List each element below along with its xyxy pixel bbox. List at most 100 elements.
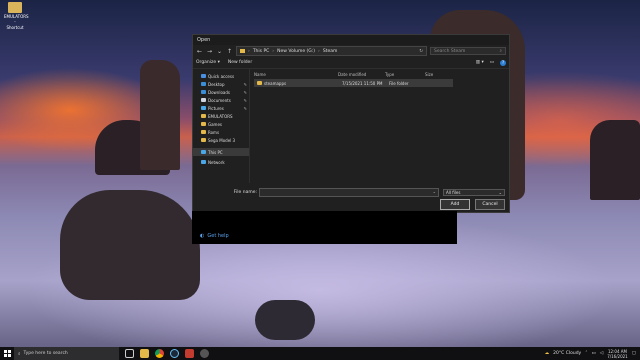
computer-icon [201, 150, 206, 154]
rock-foreground [60, 190, 200, 300]
rock-far-right [590, 120, 640, 200]
taskbar: ⌕ Type here to search ☁ 20°C Cloudy ˄ ▭ … [0, 347, 640, 360]
search-icon: ⌕ [18, 351, 21, 357]
taskbar-search-placeholder: Type here to search [23, 351, 68, 356]
address-row: ← → ⌄ ↑ › This PC › New Volume (G:) › St… [193, 45, 509, 57]
desktop-icon [201, 82, 206, 86]
search-placeholder: Search Steam [434, 48, 466, 54]
pictures-icon [201, 106, 206, 110]
task-view-icon[interactable] [125, 349, 134, 358]
folder-icon [201, 114, 206, 118]
dialog-toolbar: Organize ▾ New folder ▥ ▾ ▭ ? [193, 57, 509, 69]
nav-item-downloads[interactable]: Downloads ✎ [193, 88, 249, 96]
download-icon [201, 90, 206, 94]
steam-icon[interactable] [170, 349, 179, 358]
column-size[interactable]: Size [425, 72, 455, 77]
file-name: steamapps [264, 80, 287, 86]
preview-pane-icon[interactable]: ▭ [490, 60, 494, 65]
settings-gear-icon[interactable] [200, 349, 209, 358]
nav-item-this-pc[interactable]: This PC [193, 148, 249, 156]
clock-time: 12:04 AM [607, 348, 627, 354]
taskbar-search[interactable]: ⌕ Type here to search [14, 347, 119, 360]
nav-item-label: Pictures [208, 105, 224, 111]
network-icon [201, 160, 206, 164]
view-options-icon[interactable]: ▥ ▾ [476, 60, 484, 65]
file-type-filter[interactable]: All files ⌄ [443, 188, 505, 196]
file-row-steamapps[interactable]: steamapps 7/15/2021 11:50 PM File folder [254, 79, 453, 87]
nav-item-label: Quick access [208, 73, 235, 79]
up-icon[interactable]: ↑ [226, 48, 233, 55]
column-headers: Name Date modified Type Size [250, 69, 509, 79]
file-date: 7/15/2021 11:50 PM [342, 80, 383, 86]
file-name-field[interactable]: ⌄ [259, 187, 439, 197]
chevron-up-icon[interactable]: ˄ [585, 351, 587, 356]
background-window-panel: ◐ Get help [192, 211, 457, 244]
nav-item-pictures[interactable]: Pictures ✎ [193, 104, 249, 112]
nav-item-sega-model-3[interactable]: Sega Model 3 [193, 136, 249, 144]
nav-item-label: Games [208, 121, 222, 127]
cancel-button[interactable]: Cancel [475, 199, 505, 210]
help-bubble-icon: ◐ [200, 233, 205, 239]
start-button[interactable] [0, 347, 14, 360]
chrome-icon[interactable] [155, 349, 164, 358]
refresh-icon[interactable]: ↻ [419, 49, 426, 54]
file-list: Name Date modified Type Size steamapps 7… [250, 69, 509, 183]
nav-item-games[interactable]: Games [193, 120, 249, 128]
chevron-down-icon[interactable]: ⌄ [433, 189, 436, 194]
nav-item-network[interactable]: Network [193, 158, 249, 166]
clock[interactable]: 12:04 AM 7/16/2021 [607, 349, 628, 359]
folder-icon [201, 122, 206, 126]
notifications-icon[interactable]: ▢ [632, 351, 636, 356]
column-type[interactable]: Type [385, 72, 425, 77]
nav-item-documents[interactable]: Documents ✎ [193, 96, 249, 104]
search-icon: ⌕ [499, 49, 502, 54]
column-name[interactable]: Name [254, 72, 338, 77]
file-type-filter-value: All files [446, 189, 461, 195]
folder-icon [201, 138, 206, 142]
windows-logo-icon [3, 350, 11, 357]
chevron-down-icon: ⌄ [498, 189, 502, 195]
help-icon[interactable]: ? [500, 59, 506, 66]
navigation-pane: Quick access Desktop ✎ Downloads ✎ Documents ✎… [193, 69, 250, 183]
nav-item-roms[interactable]: Roms [193, 128, 249, 136]
breadcrumb-new-volume[interactable]: New Volume (G:) [277, 49, 315, 54]
nav-item-label: Documents [208, 97, 231, 103]
file-name-label: File name: [233, 189, 257, 195]
desktop-shortcut-emulators[interactable]: EMULATORS - Shortcut [4, 2, 29, 30]
media-icon[interactable] [185, 349, 194, 358]
nav-item-emulators[interactable]: EMULATORS [193, 112, 249, 120]
get-help-label: Get help [207, 233, 229, 239]
nav-item-quick-access[interactable]: Quick access [193, 72, 249, 80]
volume-icon[interactable]: ◁ [600, 351, 603, 356]
weather-text[interactable]: 20°C Cloudy [553, 351, 581, 356]
breadcrumb-steam[interactable]: Steam [323, 49, 338, 54]
file-explorer-icon[interactable] [140, 349, 149, 358]
desktop-shortcut-label-2: Shortcut [6, 25, 24, 30]
address-bar[interactable]: › This PC › New Volume (G:) › Steam ↻ [236, 46, 427, 56]
nav-item-label: This PC [208, 149, 223, 155]
breadcrumb-this-pc[interactable]: This PC [253, 49, 269, 54]
get-help-link[interactable]: ◐ Get help [200, 233, 229, 239]
back-icon[interactable]: ← [196, 48, 203, 55]
nav-item-label: Network [208, 159, 225, 165]
search-input[interactable]: Search Steam ⌕ [430, 47, 506, 55]
organize-menu[interactable]: Organize ▾ [196, 60, 220, 65]
file-type: File folder [389, 80, 409, 86]
documents-icon [201, 98, 206, 102]
folder-icon [201, 130, 206, 134]
nav-item-desktop[interactable]: Desktop ✎ [193, 80, 249, 88]
nav-item-label: Roms [208, 129, 220, 135]
pin-icon: ✎ [243, 105, 247, 111]
chevron-down-icon[interactable]: ⌄ [216, 48, 223, 55]
weather-icon: ☁ [544, 351, 550, 356]
column-date-modified[interactable]: Date modified [338, 72, 385, 77]
nav-item-label: Desktop [208, 81, 225, 87]
add-button[interactable]: Add [440, 199, 470, 210]
forward-icon[interactable]: → [206, 48, 213, 55]
folder-icon [240, 49, 245, 53]
new-folder-button[interactable]: New folder [228, 60, 252, 65]
network-icon[interactable]: ▭ [591, 351, 595, 356]
system-tray: ☁ 20°C Cloudy ˄ ▭ ◁ 12:04 AM 7/16/2021 ▢ [545, 349, 640, 359]
nav-item-label: Downloads [208, 89, 230, 95]
pin-icon: ✎ [243, 81, 247, 87]
